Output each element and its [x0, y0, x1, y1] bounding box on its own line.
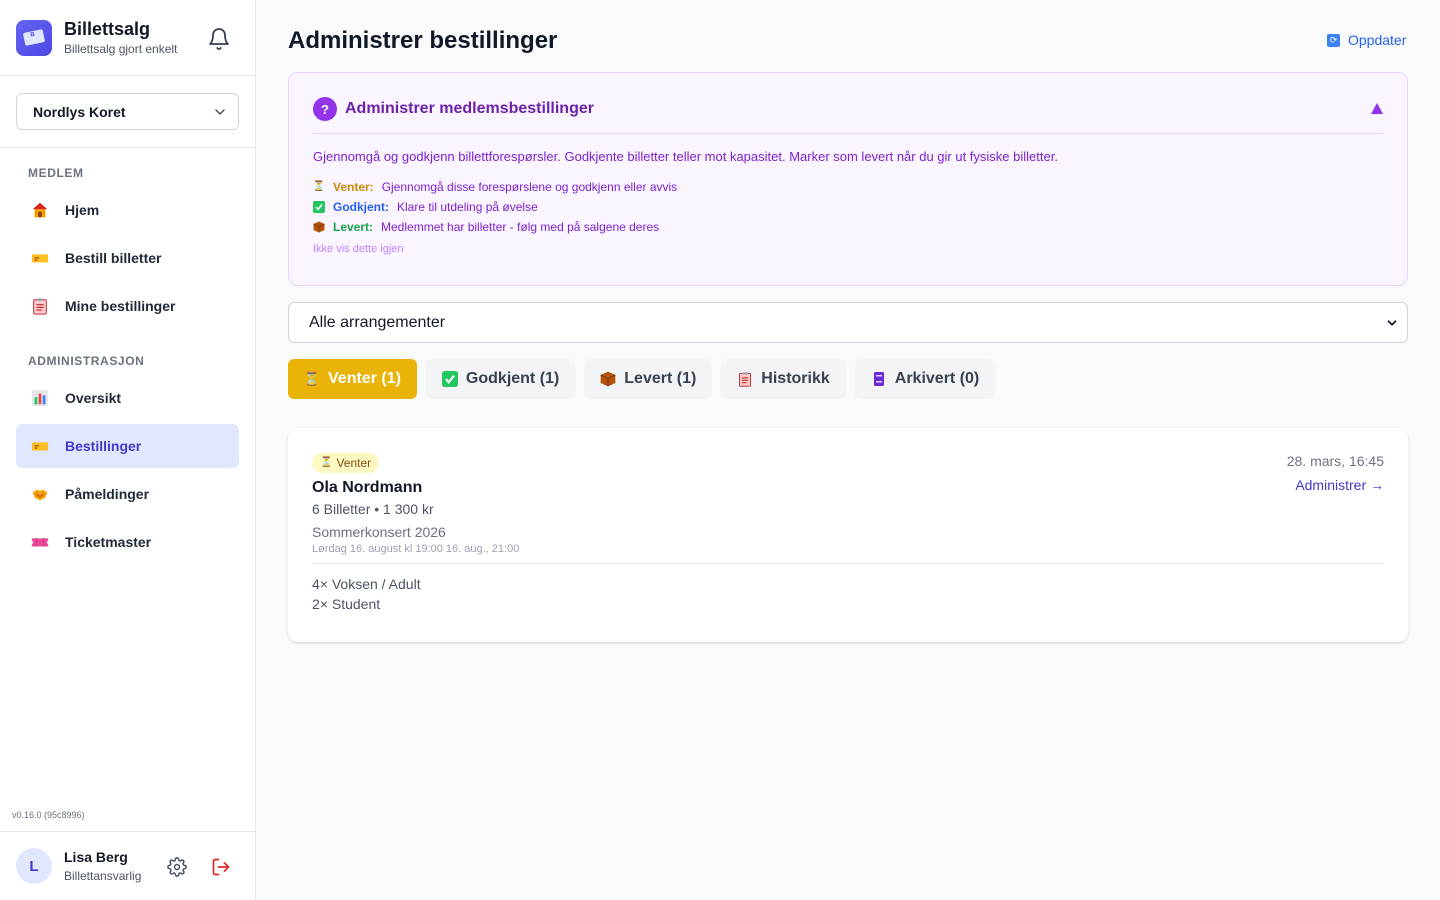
order-date: 28. mars, 16:45: [1286, 453, 1384, 469]
sidebar-item-overview[interactable]: Oversikt: [16, 376, 239, 420]
chevron-down-icon: [215, 108, 225, 115]
refresh-icon: ⟳: [1327, 33, 1340, 47]
legend-text: Klare til utdeling på øvelse: [397, 200, 538, 214]
manage-order-link[interactable]: Administrer →: [1295, 477, 1384, 493]
sidebar-item-label: Ticketmaster: [65, 534, 152, 550]
notification-bell-icon[interactable]: [207, 27, 231, 51]
tab-label: Venter (1): [328, 370, 401, 387]
status-badge-label: Venter: [336, 455, 372, 470]
order-customer-name: Ola Nordmann: [312, 478, 423, 496]
status-legend: ⏳ Venter: Gjennomgå disse forespørslene …: [313, 177, 1383, 237]
collapse-triangle-icon[interactable]: [1371, 103, 1383, 114]
event-filter-select[interactable]: Alle arrangementer: [288, 302, 1408, 343]
legend-key: Godkjent:: [333, 200, 389, 214]
sidebar-item-label: Mine bestillinger: [65, 298, 176, 314]
brand-header: Billettsalg Billettsalg gjort enkelt: [0, 0, 255, 76]
avatar: L: [16, 848, 52, 884]
app-logo: [16, 19, 52, 56]
user-name: Lisa Berg: [64, 849, 128, 865]
handshake-icon: [30, 484, 50, 504]
tab-delivered[interactable]: Levert (1): [584, 359, 713, 399]
tab-approved[interactable]: Godkjent (1): [425, 359, 576, 399]
sidebar-item-ticketmaster[interactable]: Ticketmaster: [16, 520, 239, 564]
organization-select[interactable]: Nordlys Koret: [16, 93, 239, 130]
check-box-icon: [441, 371, 458, 387]
info-panel: ? Administrer medlemsbestillinger Gjenno…: [288, 72, 1408, 286]
refresh-button[interactable]: ⟳ Oppdater: [1327, 32, 1406, 48]
sidebar: Billettsalg Billettsalg gjort enkelt Nor…: [0, 0, 256, 900]
question-icon: ?: [313, 97, 337, 121]
sidebar-item-label: Påmeldinger: [65, 486, 150, 502]
tab-label: Arkivert (0): [894, 370, 980, 387]
nav-section-admin: ADMINISTRASJON: [28, 354, 145, 368]
legend-row-delivered: Levert: Medlemmet har billetter - følg m…: [313, 217, 1383, 237]
order-items: 4× Voksen / Adult 2× Student: [312, 574, 1384, 614]
chevron-down-icon: [1387, 319, 1397, 326]
main-content: Administrer bestillinger ⟳ Oppdater ? Ad…: [257, 0, 1440, 900]
sidebar-item-registrations[interactable]: Påmeldinger: [16, 472, 239, 516]
order-summary: 6 Billetter • 1 300 kr: [312, 500, 434, 517]
app-subtitle: Billettsalg gjort enkelt: [64, 42, 178, 56]
legend-row-pending: ⏳ Venter: Gjennomgå disse forespørslene …: [313, 177, 1383, 197]
sidebar-item-label: Hjem: [65, 202, 100, 218]
sidebar-item-label: Oversikt: [65, 390, 122, 406]
tab-history[interactable]: Historikk: [721, 359, 846, 399]
legend-text: Medlemmet har billetter - følg med på sa…: [381, 220, 660, 234]
order-event-time: Lørdag 16. august kl 19:00 16. aug., 21:…: [312, 542, 520, 555]
refresh-label: Oppdater: [1348, 32, 1407, 48]
info-panel-header[interactable]: ? Administrer medlemsbestillinger: [313, 73, 1383, 134]
nav-section-member: MEDLEM: [28, 166, 84, 180]
order-item: 2× Student: [312, 595, 381, 612]
check-box-icon: [313, 201, 325, 213]
logout-icon[interactable]: [210, 856, 232, 878]
event-filter-value: Alle arrangementer: [309, 313, 446, 331]
hourglass-icon: ⏳: [320, 457, 333, 468]
sidebar-item-orders[interactable]: Bestillinger: [16, 424, 239, 468]
info-panel-title: Administrer medlemsbestillinger: [345, 100, 594, 117]
clipboard-icon: [30, 296, 50, 316]
legend-key: Levert:: [333, 220, 374, 234]
user-role: Billettansvarlig: [64, 869, 142, 883]
settings-gear-icon[interactable]: [166, 856, 188, 878]
divider: [312, 562, 1384, 564]
app-title: Billettsalg: [64, 19, 151, 39]
legend-text: Gjennomgå disse forespørslene og godkjen…: [381, 180, 678, 194]
archive-box-icon: [871, 371, 887, 387]
sidebar-item-home[interactable]: Hjem: [16, 188, 239, 232]
hourglass-icon: ⏳: [303, 371, 321, 386]
status-tabs: ⏳ Venter (1) Godkjent (1) Levert (1) His…: [288, 359, 996, 399]
dismiss-link[interactable]: Ikke vis dette igjen: [313, 243, 1383, 255]
order-event-name: Sommerkonsert 2026: [312, 523, 446, 540]
sidebar-item-label: Bestill billetter: [65, 250, 162, 266]
order-item: 4× Voksen / Adult: [312, 575, 421, 592]
ticket-icon: [30, 248, 50, 268]
ticket-pink-icon: [30, 532, 50, 552]
info-description: Gjennomgå og godkjenn billettforespørsle…: [313, 149, 1058, 164]
app-version: v0.16.0 (95c8996): [12, 810, 85, 820]
tab-pending[interactable]: ⏳ Venter (1): [288, 359, 417, 399]
tab-label: Godkjent (1): [465, 370, 560, 387]
house-icon: [30, 200, 50, 220]
legend-key: Venter:: [333, 180, 374, 194]
package-icon: [313, 221, 325, 233]
sidebar-item-order-tickets[interactable]: Bestill billetter: [16, 236, 239, 280]
user-panel: L Lisa Berg Billettansvarlig: [0, 831, 256, 900]
clipboard-icon: [737, 371, 753, 387]
bar-chart-icon: [30, 388, 50, 408]
organization-select-value: Nordlys Koret: [33, 103, 126, 120]
hourglass-icon: ⏳: [312, 181, 326, 192]
sidebar-item-label: Bestillinger: [65, 438, 142, 454]
status-badge: ⏳ Venter: [312, 452, 380, 473]
ticket-icon: [30, 436, 50, 456]
order-card: ⏳ Venter Ola Nordmann 6 Billetter • 1 30…: [288, 428, 1408, 642]
legend-row-approved: Godkjent: Klare til utdeling på øvelse: [313, 197, 1383, 217]
package-icon: [600, 371, 616, 387]
page-title: Administrer bestillinger: [288, 27, 558, 54]
tab-label: Levert (1): [624, 370, 697, 387]
tab-label: Historikk: [761, 370, 830, 387]
tab-archived[interactable]: Arkivert (0): [854, 359, 996, 399]
sidebar-item-my-orders[interactable]: Mine bestillinger: [16, 284, 239, 328]
